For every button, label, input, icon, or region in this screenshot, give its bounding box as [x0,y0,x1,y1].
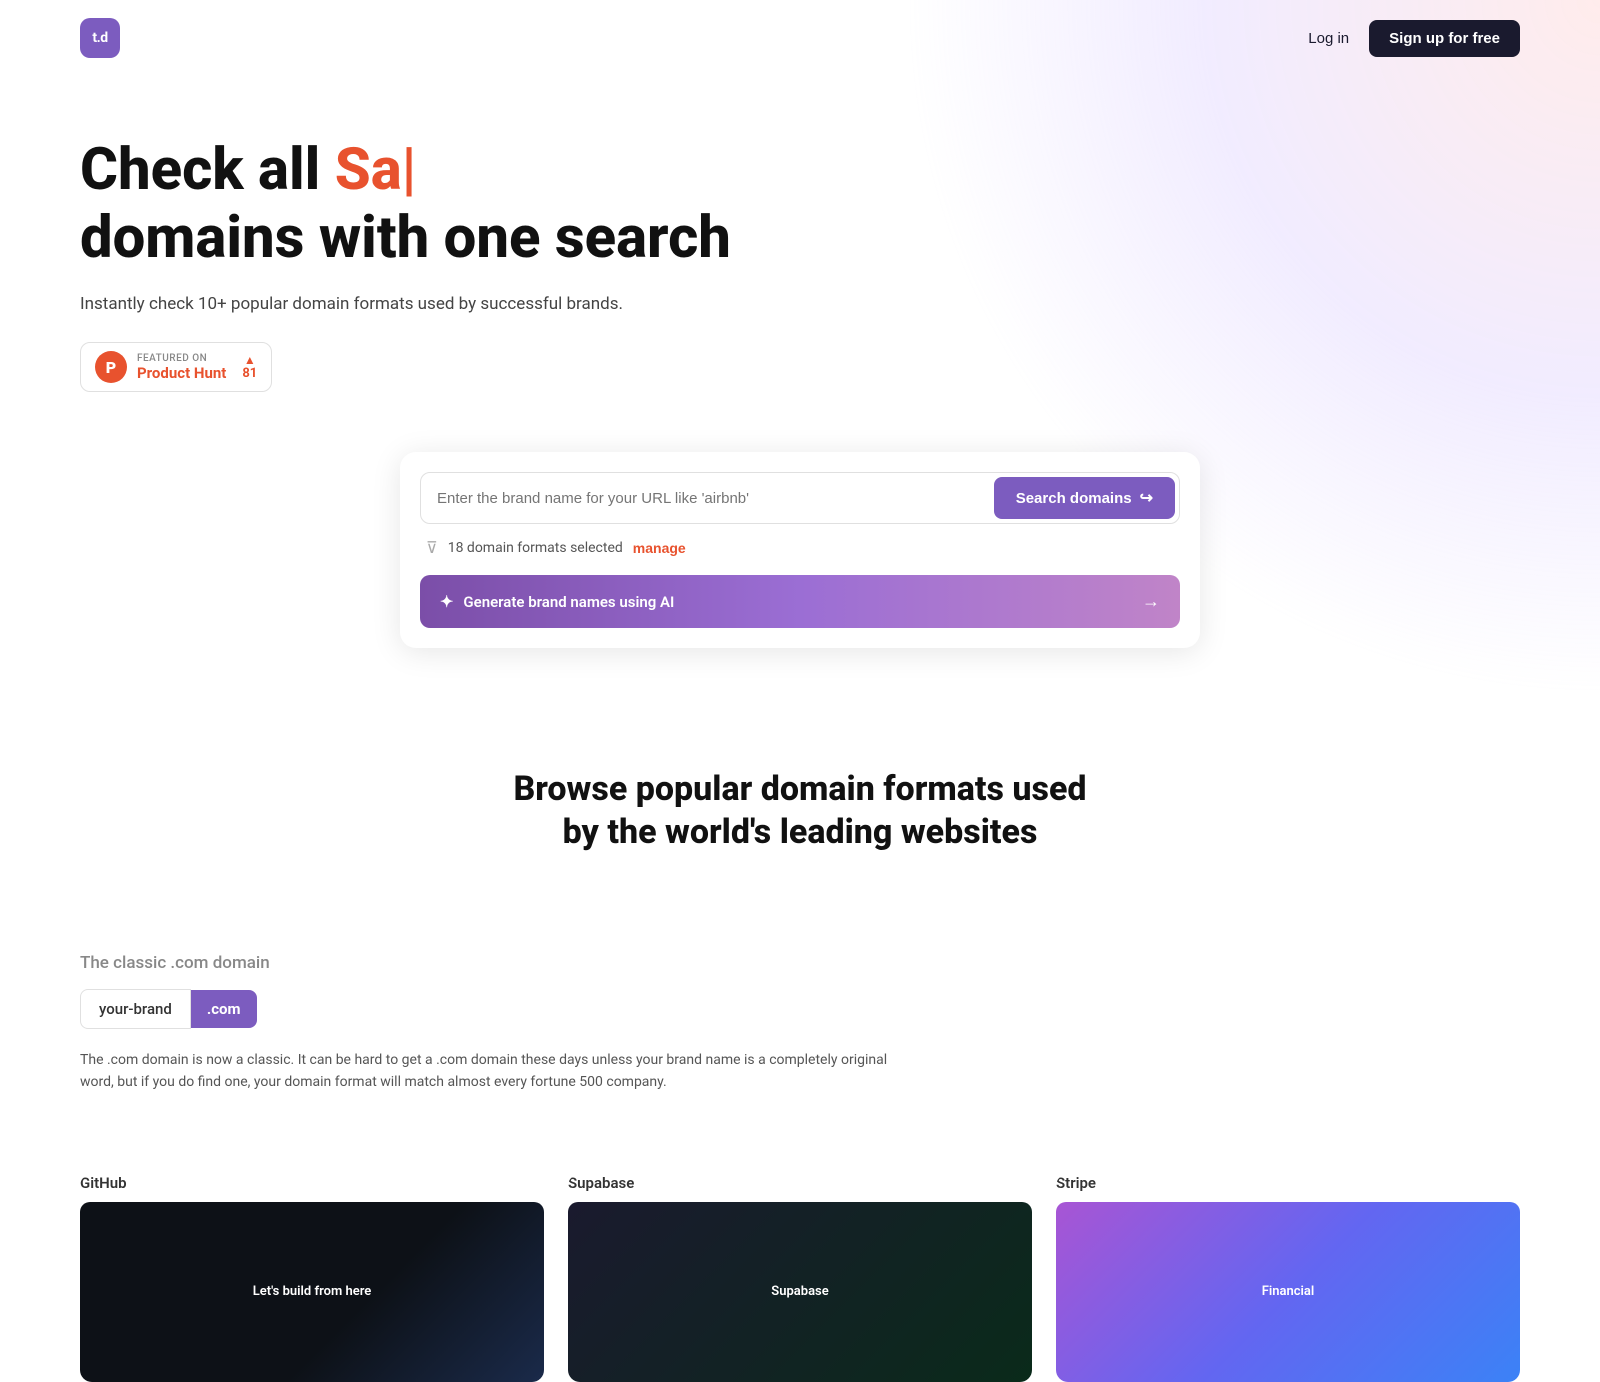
company-screenshot-stripe: Financial [1056,1202,1520,1382]
sparkle-icon: ✦ [440,592,453,611]
navbar: t.d Log in Sign up for free [0,0,1600,76]
domain-pill-row: your-brand .com [80,989,1520,1029]
ai-generate-bar[interactable]: ✦ Generate brand names using AI → [420,575,1180,628]
nav-actions: Log in Sign up for free [1308,20,1520,57]
filter-row: ⊽ 18 domain formats selected manage [420,524,1180,563]
company-name-supabase: Supabase [568,1174,1032,1192]
featured-on-label: FEATURED ON [137,353,226,364]
hero-title-highlight: Sa| [335,136,417,204]
upvote-count: 81 [242,366,257,381]
ai-bar-label: Generate brand names using AI [463,593,674,611]
domain-ext-part: .com [191,990,257,1028]
company-name-github: GitHub [80,1174,544,1192]
filter-text: 18 domain formats selected [448,540,623,556]
github-preview-text: Let's build from here [237,1268,388,1315]
company-grid: GitHub Let's build from here Supabase Su… [0,1174,1600,1382]
domain-brand-part: your-brand [80,989,191,1029]
stripe-preview-text: Financial [1246,1268,1331,1315]
product-hunt-upvote: ▲ 81 [242,354,257,381]
product-hunt-text: FEATURED ON Product Hunt [137,353,226,382]
search-button[interactable]: Search domains ↪ [994,477,1175,519]
upvote-arrow-icon: ▲ [244,354,256,366]
search-section: Search domains ↪ ⊽ 18 domain formats sel… [0,432,1600,708]
logo[interactable]: t.d [80,18,120,58]
hero-section: Check all Sa| domains with one search In… [0,76,1100,432]
ai-bar-arrow-icon: → [1142,591,1160,612]
domain-section: The classic .com domain your-brand .com … [0,953,1600,1174]
company-screenshot-supabase: Supabase [568,1202,1032,1382]
company-screenshot-github: Let's build from here [80,1202,544,1382]
search-card: Search domains ↪ ⊽ 18 domain formats sel… [400,452,1200,648]
list-item: Stripe Financial [1056,1174,1520,1382]
hero-title: Check all Sa| [80,136,1020,204]
ai-bar-content: ✦ Generate brand names using AI [440,592,674,611]
search-arrow-icon: ↪ [1140,488,1153,508]
search-input-row: Search domains ↪ [420,472,1180,524]
browse-title: Browse popular domain formats used by th… [500,768,1100,853]
manage-button[interactable]: manage [633,540,686,556]
product-hunt-icon: P [95,351,127,383]
signup-button[interactable]: Sign up for free [1369,20,1520,57]
product-hunt-badge[interactable]: P FEATURED ON Product Hunt ▲ 81 [80,342,272,392]
supabase-preview-text: Supabase [755,1268,844,1315]
domain-classic-label: The classic .com domain [80,953,1520,973]
list-item: GitHub Let's build from here [80,1174,544,1382]
login-button[interactable]: Log in [1308,30,1349,47]
hero-title-prefix: Check all [80,136,335,204]
search-button-label: Search domains [1016,490,1132,507]
filter-icon: ⊽ [426,538,438,557]
search-input[interactable] [437,482,994,515]
browse-section: Browse popular domain formats used by th… [0,708,1600,953]
company-name-stripe: Stripe [1056,1174,1520,1192]
hero-subtitle: Instantly check 10+ popular domain forma… [80,294,1020,314]
product-hunt-name: Product Hunt [137,364,226,382]
list-item: Supabase Supabase [568,1174,1032,1382]
hero-title-line2: domains with one search [80,204,1020,272]
domain-classic-description: The .com domain is now a classic. It can… [80,1049,900,1094]
